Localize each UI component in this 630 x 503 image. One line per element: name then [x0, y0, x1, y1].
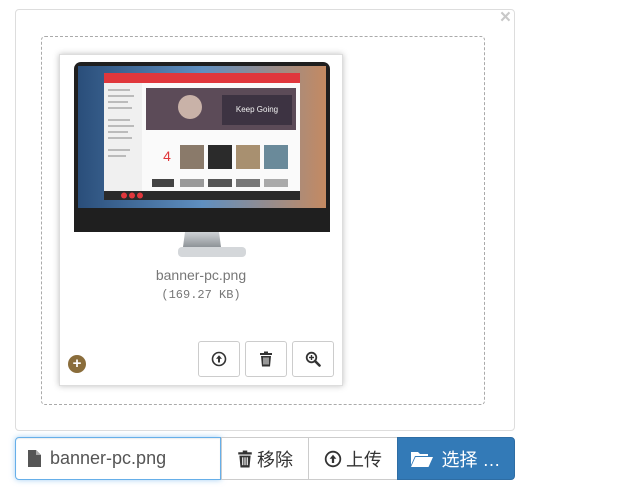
- file-name: banner-pc.png: [155, 267, 247, 283]
- file-size: (169.27 KB): [161, 288, 241, 302]
- upload-file-button[interactable]: [198, 341, 240, 377]
- zoom-in-icon: [305, 351, 321, 367]
- file-input-group: banner-pc.png 移除 上传 选择 …: [15, 437, 515, 480]
- file-thumbnail-image: Keep Going 4: [74, 62, 330, 257]
- file-icon: [28, 450, 41, 467]
- upload-icon: [324, 450, 342, 467]
- upload-button[interactable]: 上传: [308, 437, 398, 480]
- browse-button-label: 选择 …: [441, 449, 501, 470]
- drop-zone[interactable]: Keep Going 4 banner-pc.png (169.27 KB) +: [41, 36, 485, 405]
- zoom-preview-button[interactable]: [292, 341, 334, 377]
- file-caption: banner-pc.png (169.27 KB): [60, 267, 342, 302]
- delete-file-button[interactable]: [245, 341, 287, 377]
- trash-icon: [238, 450, 252, 467]
- thumbnail-date-number: 4: [163, 148, 171, 164]
- file-caption-field[interactable]: banner-pc.png: [15, 437, 221, 480]
- thumbnail-banner-text: Keep Going: [236, 105, 278, 114]
- trash-icon: [260, 351, 272, 367]
- file-preview-frame: Keep Going 4 banner-pc.png (169.27 KB) +: [59, 54, 343, 386]
- remove-button[interactable]: 移除: [221, 437, 309, 480]
- folder-open-icon: [411, 452, 434, 467]
- remove-button-label: 移除: [257, 449, 293, 470]
- upload-icon: [211, 351, 227, 367]
- browse-button[interactable]: 选择 …: [397, 437, 515, 480]
- plus-circle-icon: +: [68, 355, 86, 373]
- close-icon[interactable]: ×: [500, 8, 511, 27]
- upload-button-label: 上传: [346, 449, 382, 470]
- file-preview-panel: × Keep Going 4 banner-pc.png (169.27 KB)…: [15, 8, 515, 431]
- file-caption-value: banner-pc.png: [50, 448, 167, 468]
